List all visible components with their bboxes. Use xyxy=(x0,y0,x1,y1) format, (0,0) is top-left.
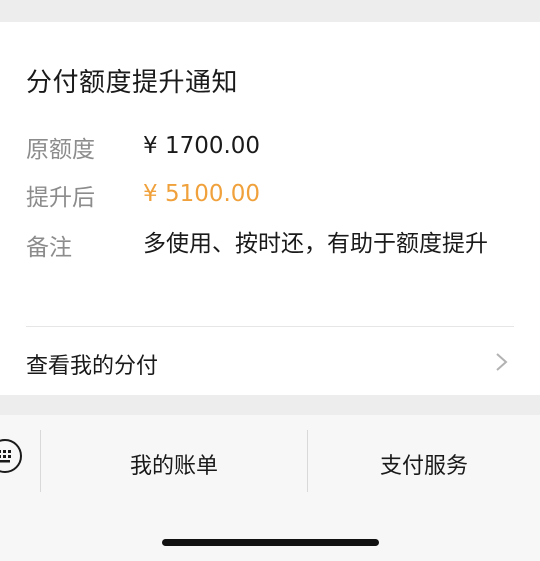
keyboard-toggle-button[interactable] xyxy=(0,439,22,473)
view-my-fenfu-link[interactable]: 查看我的分付 xyxy=(0,327,540,395)
top-gap xyxy=(0,0,540,22)
new-limit-label: 提升后 xyxy=(26,185,95,211)
chevron-right-icon xyxy=(496,353,508,371)
card-title: 分付额度提升通知 xyxy=(26,68,239,98)
payment-service-button[interactable]: 支付服务 xyxy=(308,448,540,480)
new-limit-value: ¥ 5100.00 xyxy=(143,181,261,207)
notification-card: 分付额度提升通知 原额度 ¥ 1700.00 提升后 ¥ 5100.00 备注 … xyxy=(0,22,540,395)
note-value: 多使用、按时还，有助于额度提升 xyxy=(143,231,488,257)
note-label: 备注 xyxy=(26,235,72,261)
my-bill-button[interactable]: 我的账单 xyxy=(41,448,307,480)
original-limit-value: ¥ 1700.00 xyxy=(143,133,261,159)
keyboard-icon xyxy=(0,450,11,463)
home-indicator[interactable] xyxy=(162,539,379,546)
view-my-fenfu-label: 查看我的分付 xyxy=(26,354,159,379)
original-limit-label: 原额度 xyxy=(26,137,95,163)
